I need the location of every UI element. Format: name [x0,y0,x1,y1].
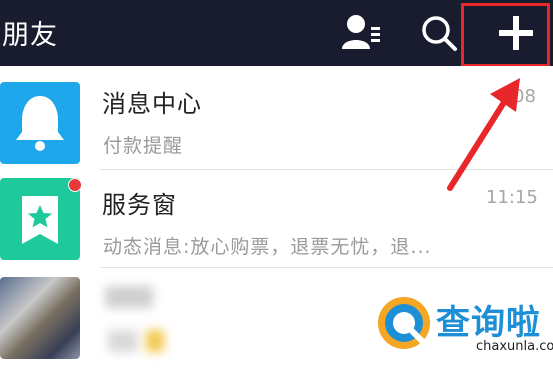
blurred-emoji [146,330,164,352]
conversation-name: 服务窗 [102,191,177,219]
conversation-name: 消息中心 [102,90,202,118]
blurred-name [105,286,153,308]
conversation-preview: 动态消息:放心购票，退票无忧，退... [103,236,432,258]
watermark-brand: 查询啦 [436,303,541,343]
page-title: 朋友 [2,20,58,51]
watermark-url: chaxunla.com [476,339,553,354]
blurred-preview [108,330,138,352]
bell-icon [16,96,64,151]
photo-avatar [0,277,80,359]
conversation-preview: 付款提醒 [103,135,184,157]
service-avatar [0,178,80,260]
search-icon[interactable] [420,14,458,52]
watermark: 查询啦 chaxunla.com [376,291,553,361]
bell-avatar [0,82,80,164]
annotation-arrow [447,78,520,191]
highlight-box [461,3,550,67]
star-bookmark-icon [22,196,58,244]
watermark-logo-icon [378,297,430,349]
unread-dot [68,178,82,192]
contacts-icon[interactable] [340,13,382,51]
